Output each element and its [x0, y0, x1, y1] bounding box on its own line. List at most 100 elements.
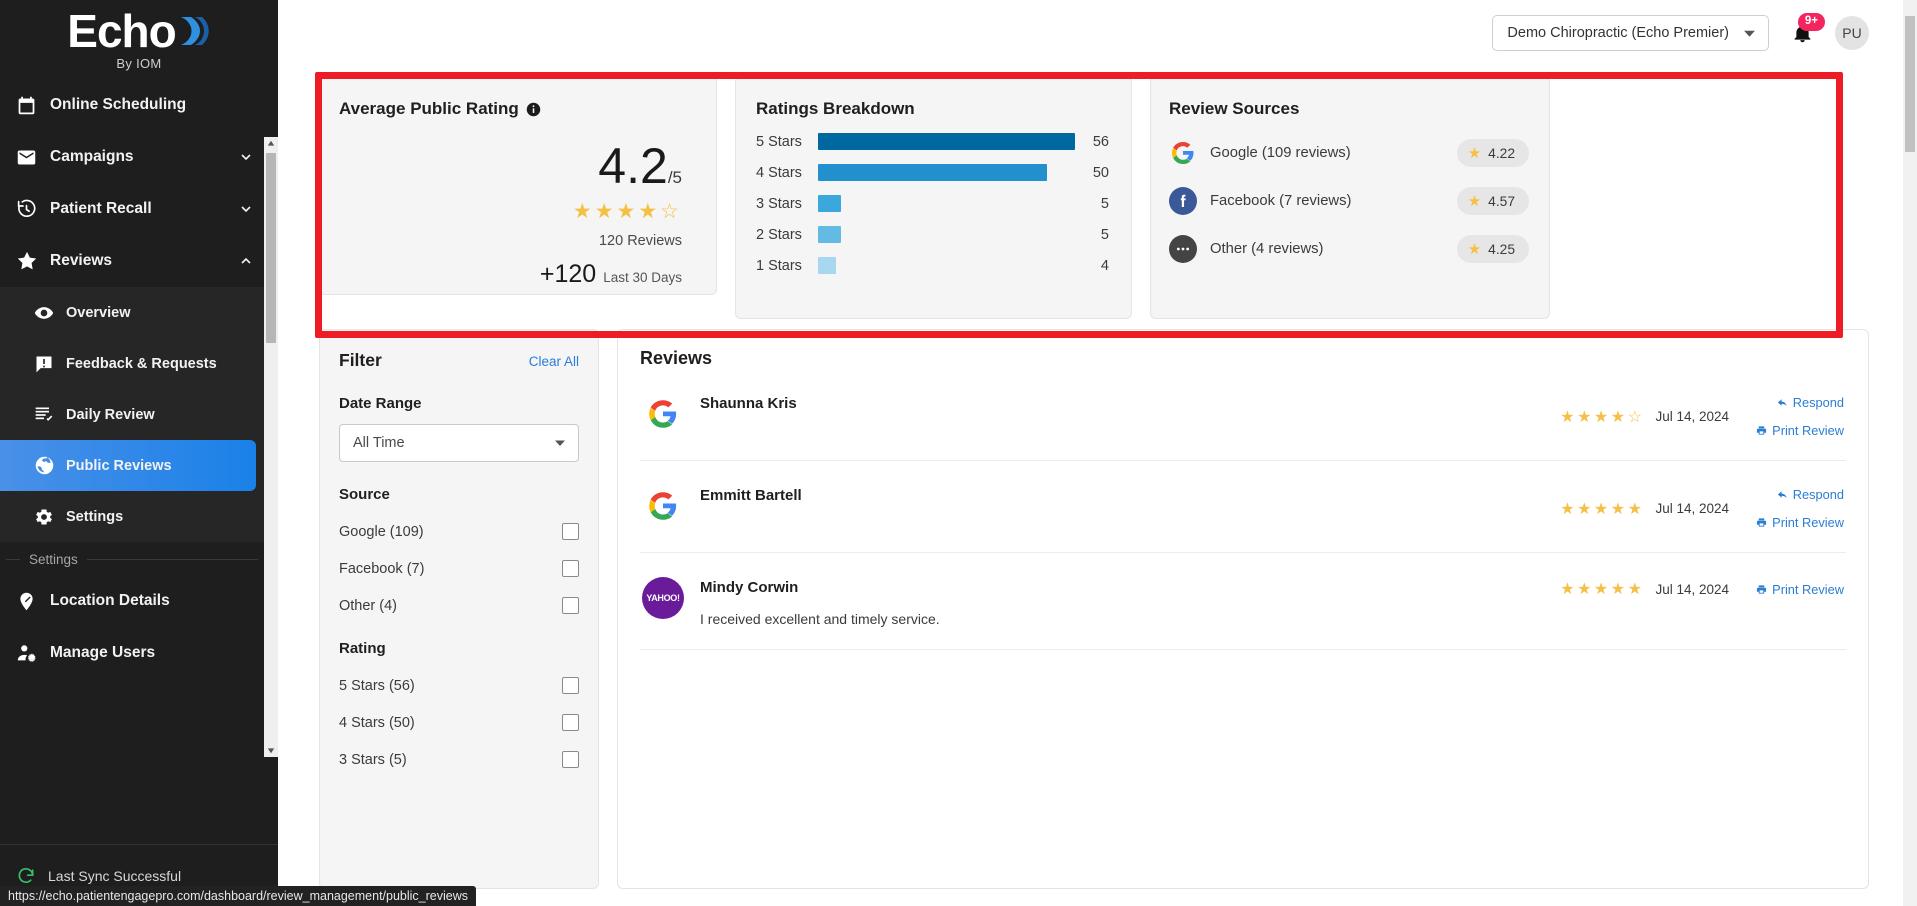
print-review-button[interactable]: Print Review: [1756, 423, 1844, 438]
print-review-button[interactable]: Print Review: [1756, 582, 1844, 597]
star-icon: [16, 250, 50, 272]
print-review-button[interactable]: Print Review: [1756, 515, 1844, 530]
divider-line-right: [86, 559, 258, 560]
review-meta: ★★★★☆ Jul 14, 2024 Respond Print Review: [1560, 393, 1844, 438]
avatar[interactable]: PU: [1835, 16, 1869, 50]
filter-header: Filter Clear All: [339, 350, 579, 371]
average-rating-value-row: 4.2/5: [339, 141, 682, 191]
reviews-title: Reviews: [640, 348, 713, 368]
review-rating-row: ★★★★☆ Jul 14, 2024 Respond Print Review: [1560, 395, 1844, 438]
card-title: Review Sources: [1169, 99, 1529, 119]
info-icon[interactable]: [526, 102, 541, 117]
status-bar: https://echo.patientengagepro.com/dashbo…: [0, 886, 477, 906]
globe-icon: [34, 455, 66, 476]
star-filled-icon: ★: [1577, 408, 1594, 426]
chevron-up-icon[interactable]: [238, 253, 254, 269]
page-scrollbar-thumb[interactable]: [1905, 16, 1915, 152]
sidebar-item-campaigns[interactable]: Campaigns: [0, 131, 278, 183]
source-filter-row[interactable]: Other (4): [339, 597, 579, 614]
sidebar-scrollbar-thumb[interactable]: [266, 153, 276, 343]
sidebar-item-label: Public Reviews: [66, 457, 172, 474]
brand-logo-text: Echo: [67, 8, 210, 54]
print-icon: [1756, 425, 1767, 436]
respond-icon: [1777, 489, 1788, 500]
ratings-breakdown-value: 5: [1100, 195, 1109, 212]
source-filter-checkbox[interactable]: [562, 560, 579, 577]
star-filled-icon: ★: [1560, 581, 1578, 598]
sidebar-scrollbar[interactable]: [264, 137, 278, 757]
rating-filter-row[interactable]: 3 Stars (5): [339, 751, 579, 768]
rating-filter-list: 5 Stars (56) 4 Stars (50) 3 Stars (5): [339, 677, 579, 768]
source-filter-checkbox[interactable]: [562, 597, 579, 614]
action-label: Respond: [1792, 395, 1844, 410]
sidebar-item-online-scheduling[interactable]: Online Scheduling: [0, 79, 278, 131]
star-empty-icon: ☆: [1627, 408, 1645, 426]
ratings-breakdown-category: 1 Stars: [756, 257, 802, 274]
star-filled-icon: ★: [1467, 145, 1482, 162]
source-filter-label: Other (4): [339, 597, 398, 614]
print-icon: [1756, 517, 1767, 528]
review-actions: Respond Print Review: [1740, 487, 1844, 530]
sidebar-item-label: Reviews: [50, 252, 113, 269]
org-selector[interactable]: Demo Chiropractic (Echo Premier): [1492, 15, 1769, 51]
scroll-down-arrow-icon[interactable]: [264, 743, 278, 757]
sidebar-item-manage-users[interactable]: Manage Users: [0, 627, 278, 679]
review-source-row[interactable]: Google (109 reviews) ★ 4.22: [1169, 139, 1529, 167]
average-rating-body: 4.2/5 ★★★★☆ 120 Reviews +120 Last 30 Days: [339, 141, 692, 289]
chevron-down-icon[interactable]: [238, 201, 254, 217]
sidebar-item-overview[interactable]: Overview: [0, 287, 278, 338]
review-meta: ★★★★★ Jul 14, 2024 Print Review: [1560, 577, 1844, 599]
rating-filter-checkbox[interactable]: [562, 714, 579, 731]
clear-all-button[interactable]: Clear All: [529, 354, 579, 369]
sidebar-item-settings[interactable]: Settings: [0, 491, 278, 542]
sidebar-item-label: Campaigns: [50, 148, 134, 165]
sidebar-item-location-details[interactable]: Location Details: [0, 575, 278, 627]
respond-button[interactable]: Respond: [1777, 487, 1844, 502]
review-meta: ★★★★★ Jul 14, 2024 Respond Print Review: [1560, 485, 1844, 530]
brand-subtitle: By IOM: [116, 56, 162, 71]
action-label: Print Review: [1772, 581, 1844, 597]
review-source-row[interactable]: Facebook (7 reviews) ★ 4.57: [1169, 187, 1529, 215]
rating-filter-row[interactable]: 4 Stars (50): [339, 714, 579, 731]
action-label: Respond: [1792, 487, 1844, 502]
sidebar-item-public-reviews[interactable]: Public Reviews: [0, 440, 256, 491]
source-filter-list: Google (109) Facebook (7) Other (4): [339, 523, 579, 614]
other-icon: [1169, 235, 1197, 263]
sidebar-item-label: Patient Recall: [50, 200, 152, 217]
star-filled-icon: ★: [1593, 581, 1611, 598]
sync-icon: [16, 866, 36, 886]
sidebar-item-feedback-requests[interactable]: Feedback & Requests: [0, 338, 278, 389]
star-filled-icon: ★: [1560, 500, 1578, 518]
review-source-row[interactable]: Other (4 reviews) ★ 4.25: [1169, 235, 1529, 263]
source-filter-row[interactable]: Facebook (7): [339, 560, 579, 577]
brand-name: Echo: [67, 5, 176, 57]
google-icon: [642, 485, 684, 527]
chevron-down-icon[interactable]: [238, 149, 254, 165]
ratings-breakdown-category: 5 Stars: [756, 133, 802, 150]
review-source-name: Facebook (7 reviews): [1210, 193, 1352, 209]
source-filter-checkbox[interactable]: [562, 523, 579, 540]
rating-filter-checkbox[interactable]: [562, 677, 579, 694]
eye-icon: [34, 303, 66, 323]
sidebar-item-patient-recall[interactable]: Patient Recall: [0, 183, 278, 235]
rating-filter-checkbox[interactable]: [562, 751, 579, 768]
review-source-name: Google (109 reviews): [1210, 145, 1351, 161]
date-range-select[interactable]: All Time: [339, 424, 579, 462]
scroll-up-arrow-icon[interactable]: [264, 137, 278, 151]
notifications-button[interactable]: 9+: [1787, 13, 1825, 50]
source-filter-label: Google (109): [339, 523, 424, 540]
star-filled-icon: ★: [1627, 581, 1645, 598]
source-filter-row[interactable]: Google (109): [339, 523, 579, 540]
sidebar-section-divider: Settings: [0, 542, 278, 575]
sidebar-item-daily-review[interactable]: Daily Review: [0, 389, 278, 440]
rating-filter-label: 3 Stars (5): [339, 751, 407, 768]
respond-button[interactable]: Respond: [1777, 395, 1844, 410]
page-scrollbar[interactable]: [1903, 0, 1917, 906]
yahoo-icon: YAHOO!: [642, 577, 684, 619]
review-actions: Print Review: [1740, 582, 1844, 597]
envelope-icon: [16, 147, 50, 168]
manage-users-icon: [16, 642, 50, 664]
rating-filter-row[interactable]: 5 Stars (56): [339, 677, 579, 694]
sidebar-item-reviews[interactable]: Reviews: [0, 235, 278, 287]
filter-title: Filter: [339, 350, 382, 370]
